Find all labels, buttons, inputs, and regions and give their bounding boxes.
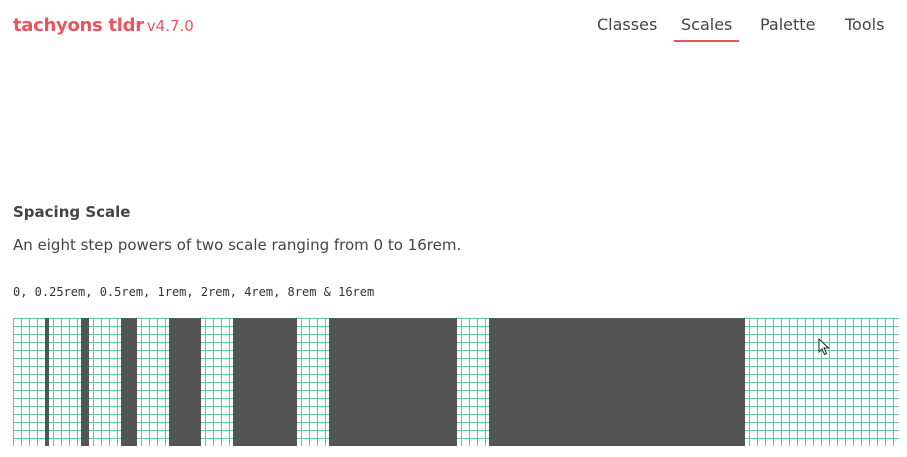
- main-nav: Classes Scales Palette Tools: [0, 14, 907, 44]
- site-header: tachyons tldr v4.7.0 Classes Scales Palet…: [0, 0, 907, 50]
- scale-bar-16rem: [489, 318, 745, 446]
- scale-bar-0-5rem: [81, 318, 89, 446]
- nav-item-scales[interactable]: Scales: [674, 14, 740, 42]
- scale-bar-2rem: [169, 318, 201, 446]
- nav-item-palette[interactable]: Palette: [760, 14, 815, 40]
- scale-bar-8rem: [329, 318, 457, 446]
- nav-item-classes[interactable]: Classes: [597, 14, 657, 40]
- scale-bar-4rem: [233, 318, 297, 446]
- nav-item-tools[interactable]: Tools: [845, 14, 884, 40]
- scale-bar-0-25rem: [45, 318, 49, 446]
- spacing-scale-visualization: [13, 318, 899, 446]
- scale-values: 0, 0.25rem, 0.5rem, 1rem, 2rem, 4rem, 8r…: [13, 285, 375, 299]
- section-title: Spacing Scale: [13, 203, 131, 221]
- scale-bar-1rem: [121, 318, 137, 446]
- spacing-scale-graphic: [13, 318, 899, 446]
- section-description: An eight step powers of two scale rangin…: [13, 236, 462, 254]
- mouse-cursor-icon: [818, 337, 830, 356]
